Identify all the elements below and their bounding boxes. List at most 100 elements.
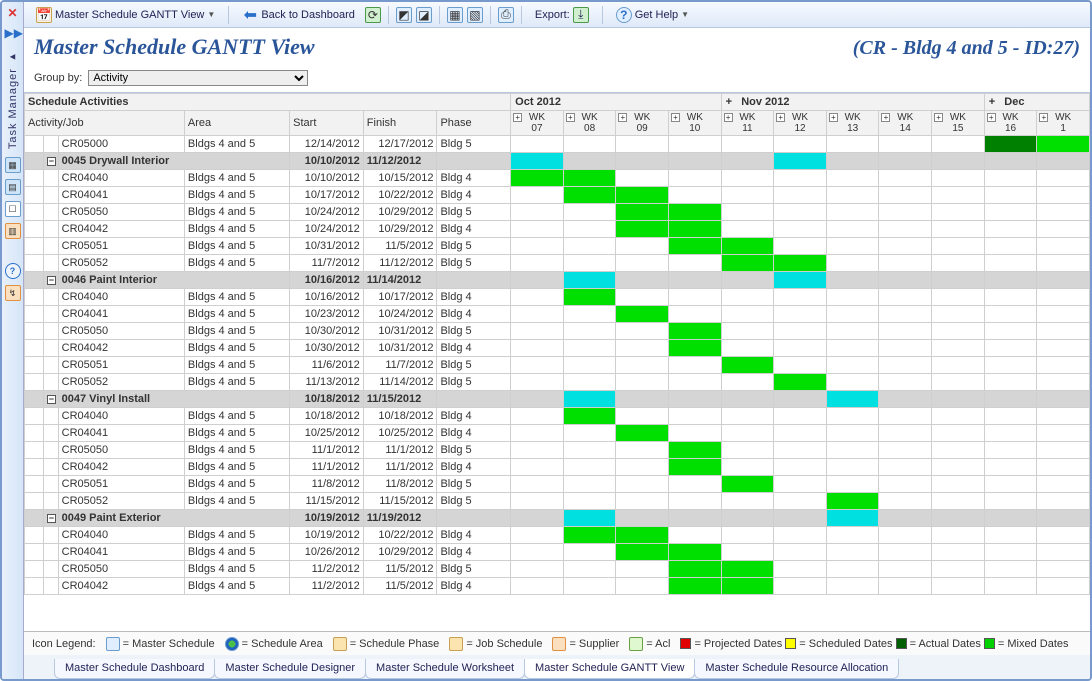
week-header[interactable]: +WK07 xyxy=(511,111,564,136)
task-row[interactable]: CR05050Bldgs 4 and 510/30/201210/31/2012… xyxy=(25,323,1090,340)
cell-phase: Bldg 4 xyxy=(437,306,511,323)
task-row[interactable]: CR05052Bldgs 4 and 511/13/201211/14/2012… xyxy=(25,374,1090,391)
task-row[interactable]: CR04040Bldgs 4 and 510/16/201210/17/2012… xyxy=(25,289,1090,306)
gantt-cell xyxy=(511,493,564,510)
sidebar-icon-1[interactable]: ▦ xyxy=(5,157,21,173)
expand-week-icon[interactable]: + xyxy=(881,113,890,122)
task-row[interactable]: CR04041Bldgs 4 and 510/17/201210/22/2012… xyxy=(25,187,1090,204)
week-header[interactable]: +WK1 xyxy=(1037,111,1090,136)
col-finish[interactable]: Finish xyxy=(363,111,437,136)
expand-week-icon[interactable]: + xyxy=(934,113,943,122)
col-phase[interactable]: Phase xyxy=(437,111,511,136)
task-row[interactable]: CR04040Bldgs 4 and 510/10/201210/15/2012… xyxy=(25,170,1090,187)
groupby-select[interactable]: Activity xyxy=(88,70,308,86)
gantt-cell xyxy=(932,476,985,493)
refresh-icon[interactable]: ⟳ xyxy=(365,7,381,23)
task-row[interactable]: CR04040Bldgs 4 and 510/19/201210/22/2012… xyxy=(25,527,1090,544)
group-row[interactable]: −0047 Vinyl Install10/18/201211/15/2012 xyxy=(25,391,1090,408)
week-header[interactable]: +WK09 xyxy=(616,111,669,136)
week-header[interactable]: +WK10 xyxy=(669,111,722,136)
task-row[interactable]: CR04042Bldgs 4 and 511/2/201211/5/2012Bl… xyxy=(25,578,1090,595)
task-row[interactable]: CR05000Bldgs 4 and 512/14/201212/17/2012… xyxy=(25,136,1090,153)
week-header[interactable]: +WK16 xyxy=(984,111,1037,136)
collapse-icon[interactable]: − xyxy=(47,514,56,523)
collapse-icon[interactable]: − xyxy=(47,395,56,404)
gantt-cell xyxy=(721,476,774,493)
gantt-cell xyxy=(932,510,985,527)
task-row[interactable]: CR05051Bldgs 4 and 511/6/201211/7/2012Bl… xyxy=(25,357,1090,374)
task-row[interactable]: CR05050Bldgs 4 and 511/1/201211/1/2012Bl… xyxy=(25,442,1090,459)
sidebar-icon-3[interactable]: ☐ xyxy=(5,201,21,217)
task-row[interactable]: CR04040Bldgs 4 and 510/18/201210/18/2012… xyxy=(25,408,1090,425)
col-start[interactable]: Start xyxy=(290,111,364,136)
expand-week-icon[interactable]: + xyxy=(513,113,522,122)
task-row[interactable]: CR04041Bldgs 4 and 510/26/201210/29/2012… xyxy=(25,544,1090,561)
gantt-bar xyxy=(774,153,826,169)
gantt-cell xyxy=(826,221,879,238)
group-row[interactable]: −0046 Paint Interior10/16/201211/14/2012 xyxy=(25,272,1090,289)
gantt-cell xyxy=(721,374,774,391)
cell-area: Bldgs 4 and 5 xyxy=(184,425,289,442)
collapse-icon[interactable]: − xyxy=(47,157,56,166)
col-activity[interactable]: Activity/Job xyxy=(25,111,185,136)
expand-week-icon[interactable]: + xyxy=(724,113,733,122)
gantt-cell xyxy=(826,272,879,289)
col-area[interactable]: Area xyxy=(184,111,289,136)
task-row[interactable]: CR04041Bldgs 4 and 510/23/201210/24/2012… xyxy=(25,306,1090,323)
group-row[interactable]: −0049 Paint Exterior10/19/201211/19/2012 xyxy=(25,510,1090,527)
task-row[interactable]: CR04042Bldgs 4 and 511/1/201211/1/2012Bl… xyxy=(25,459,1090,476)
week-header[interactable]: +WK11 xyxy=(721,111,774,136)
expand-icon[interactable]: ▶▶ xyxy=(5,26,21,42)
expand-month-icon[interactable]: + xyxy=(726,96,732,108)
sidebar-icon-2[interactable]: ▤ xyxy=(5,179,21,195)
expand-month-icon[interactable]: + xyxy=(989,96,995,108)
sidebar-icon-4[interactable]: ▥ xyxy=(5,223,21,239)
task-row[interactable]: CR05050Bldgs 4 and 511/2/201211/5/2012Bl… xyxy=(25,561,1090,578)
group-row[interactable]: −0045 Drywall Interior10/10/201211/12/20… xyxy=(25,153,1090,170)
sheet-tab[interactable]: Master Schedule Dashboard xyxy=(54,659,215,679)
tool-icon-1[interactable]: ◩ xyxy=(396,7,412,23)
sheet-tab[interactable]: Master Schedule Designer xyxy=(214,659,366,679)
collapse-icon[interactable]: − xyxy=(47,276,56,285)
close-icon[interactable]: ✕ xyxy=(5,6,21,22)
expand-week-icon[interactable]: + xyxy=(987,113,996,122)
expand-week-icon[interactable]: + xyxy=(566,113,575,122)
week-header[interactable]: +WK08 xyxy=(563,111,616,136)
back-button[interactable]: ⬅ Back to Dashboard xyxy=(236,4,361,26)
sheet-tab[interactable]: Master Schedule Resource Allocation xyxy=(694,659,899,679)
project-label: (CR - Bldg 4 and 5 - ID:27) xyxy=(853,37,1080,60)
gantt-cell xyxy=(616,170,669,187)
task-row[interactable]: CR05050Bldgs 4 and 510/24/201210/29/2012… xyxy=(25,204,1090,221)
week-header[interactable]: +WK15 xyxy=(932,111,985,136)
gantt-cell xyxy=(774,357,827,374)
help-button[interactable]: ? Get Help ▼ xyxy=(610,4,695,26)
expand-week-icon[interactable]: + xyxy=(776,113,785,122)
export-button[interactable]: Export: ⤓ xyxy=(529,4,595,26)
task-row[interactable]: CR04041Bldgs 4 and 510/25/201210/25/2012… xyxy=(25,425,1090,442)
expand-week-icon[interactable]: + xyxy=(1039,113,1048,122)
expand-week-icon[interactable]: + xyxy=(671,113,680,122)
tool-icon-3[interactable]: ▦ xyxy=(447,7,463,23)
gantt-cell xyxy=(1037,442,1090,459)
task-row[interactable]: CR04042Bldgs 4 and 510/30/201210/31/2012… xyxy=(25,340,1090,357)
tool-icon-2[interactable]: ◪ xyxy=(416,7,432,23)
task-row[interactable]: CR05052Bldgs 4 and 511/15/201211/15/2012… xyxy=(25,493,1090,510)
task-row[interactable]: CR05051Bldgs 4 and 510/31/201211/5/2012B… xyxy=(25,238,1090,255)
sheet-tab[interactable]: Master Schedule GANTT View xyxy=(524,659,695,679)
sidebar-icon-5[interactable]: ↯ xyxy=(5,285,21,301)
task-row[interactable]: CR05051Bldgs 4 and 511/8/201211/8/2012Bl… xyxy=(25,476,1090,493)
cell-start: 11/7/2012 xyxy=(290,255,364,272)
task-row[interactable]: CR05052Bldgs 4 and 511/7/201211/12/2012B… xyxy=(25,255,1090,272)
week-header[interactable]: +WK14 xyxy=(879,111,932,136)
help-icon[interactable]: ? xyxy=(5,263,21,279)
sheet-tab[interactable]: Master Schedule Worksheet xyxy=(365,659,525,679)
expand-week-icon[interactable]: + xyxy=(618,113,627,122)
week-header[interactable]: +WK13 xyxy=(826,111,879,136)
view-menu-button[interactable]: 📅 Master Schedule GANTT View ▼ xyxy=(30,4,221,26)
expand-week-icon[interactable]: + xyxy=(829,113,838,122)
tool-icon-4[interactable]: ▧ xyxy=(467,7,483,23)
task-row[interactable]: CR04042Bldgs 4 and 510/24/201210/29/2012… xyxy=(25,221,1090,238)
week-header[interactable]: +WK12 xyxy=(774,111,827,136)
cell-area: Bldgs 4 and 5 xyxy=(184,476,289,493)
print-icon[interactable]: ⎙ xyxy=(498,7,514,23)
